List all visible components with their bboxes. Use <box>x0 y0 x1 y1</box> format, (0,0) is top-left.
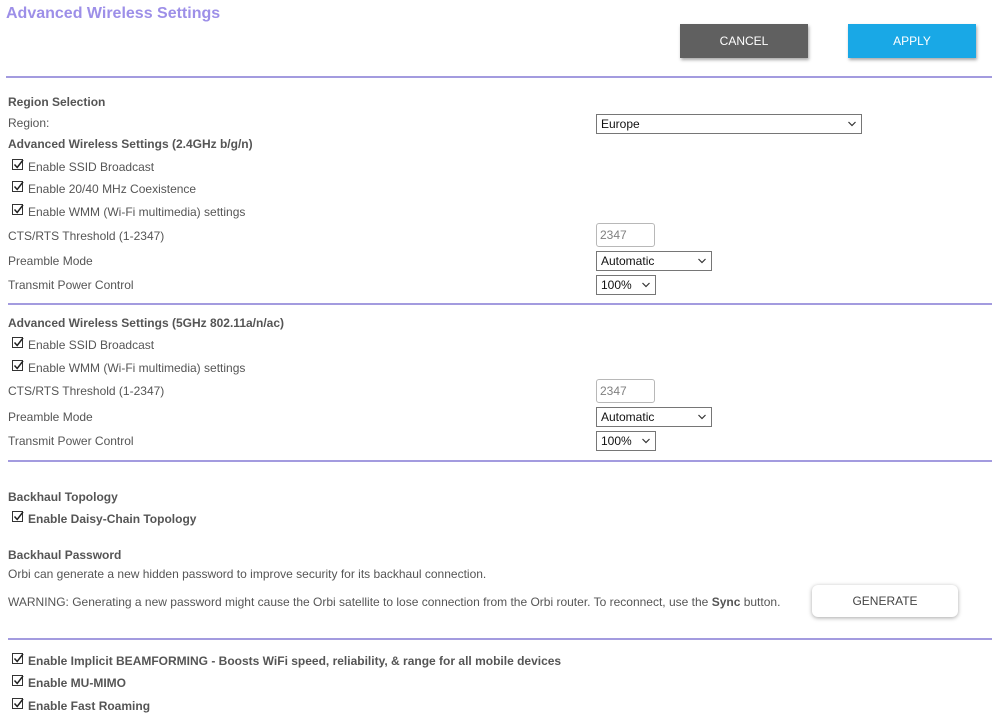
band5-wmm-label: Enable WMM (Wi-Fi multimedia) settings <box>28 361 246 375</box>
band5-preamble-select[interactable]: Automatic <box>596 407 712 427</box>
backhaul-topology-heading: Backhaul Topology <box>8 490 118 504</box>
mu-mimo-label: Enable MU-MIMO <box>28 676 126 690</box>
checkmark-icon <box>13 337 24 347</box>
fast-roaming-label: Enable Fast Roaming <box>28 699 151 713</box>
generate-button[interactable]: GENERATE <box>812 585 958 617</box>
band5-ssid-label: Enable SSID Broadcast <box>28 338 155 352</box>
backhaul-password-heading: Backhaul Password <box>8 548 122 562</box>
checkmark-icon <box>13 511 24 521</box>
checkmark-icon <box>13 360 24 370</box>
divider <box>8 460 992 462</box>
band24-power-label: Transmit Power Control <box>8 278 134 292</box>
divider <box>8 638 992 640</box>
region-heading: Region Selection <box>8 95 106 109</box>
band24-wmm-label: Enable WMM (Wi-Fi multimedia) settings <box>28 205 246 219</box>
page-title: Advanced Wireless Settings <box>6 5 221 22</box>
backhaul-description: Orbi can generate a new hidden password … <box>8 567 487 581</box>
beamforming-checkbox[interactable] <box>12 653 24 664</box>
band24-heading: Advanced Wireless Settings (2.4GHz b/g/n… <box>8 137 253 151</box>
band24-preamble-select[interactable]: Automatic <box>596 251 712 271</box>
divider <box>6 76 992 78</box>
chevron-down-icon <box>642 282 650 288</box>
band24-power-select[interactable]: 100% <box>596 275 656 295</box>
band24-preamble-value: Automatic <box>601 254 655 268</box>
band24-ssid-label: Enable SSID Broadcast <box>28 160 155 174</box>
warning-text: WARNING: Generating a new password might… <box>8 595 712 609</box>
band5-preamble-label: Preamble Mode <box>8 410 93 424</box>
band24-coexistence-label: Enable 20/40 MHz Coexistence <box>28 182 197 196</box>
checkmark-icon <box>13 675 24 685</box>
band24-cts-label: CTS/RTS Threshold (1-2347) <box>8 229 165 243</box>
divider <box>8 303 992 305</box>
chevron-down-icon <box>642 438 650 444</box>
chevron-down-icon <box>698 414 706 420</box>
checkmark-icon <box>13 181 24 191</box>
fast-roaming-checkbox[interactable] <box>12 698 24 709</box>
band24-coexistence-checkbox[interactable] <box>12 181 24 192</box>
checkmark-icon <box>13 204 24 214</box>
band5-power-select[interactable]: 100% <box>596 431 656 451</box>
band5-preamble-value: Automatic <box>601 410 655 424</box>
band5-power-label: Transmit Power Control <box>8 434 134 448</box>
checkmark-icon <box>13 159 24 169</box>
band5-power-value: 100% <box>601 434 632 448</box>
band5-heading: Advanced Wireless Settings (5GHz 802.11a… <box>8 316 285 330</box>
region-select[interactable]: Europe <box>596 114 862 134</box>
backhaul-warning: WARNING: Generating a new password might… <box>8 595 780 609</box>
daisy-chain-label: Enable Daisy-Chain Topology <box>28 512 197 526</box>
chevron-down-icon <box>848 121 856 127</box>
band24-power-value: 100% <box>601 278 632 292</box>
band5-ssid-checkbox[interactable] <box>12 337 24 348</box>
band24-cts-input[interactable]: 2347 <box>596 223 655 247</box>
warning-suffix: button. <box>740 595 781 609</box>
band5-cts-input[interactable]: 2347 <box>596 379 655 403</box>
region-select-value: Europe <box>601 117 640 131</box>
band24-preamble-label: Preamble Mode <box>8 254 93 268</box>
apply-button[interactable]: APPLY <box>848 24 976 58</box>
region-label: Region: <box>8 116 50 130</box>
checkmark-icon <box>13 653 24 663</box>
beamforming-label: Enable Implicit BEAMFORMING - Boosts WiF… <box>28 654 562 668</box>
sync-text: Sync <box>711 595 741 609</box>
mu-mimo-checkbox[interactable] <box>12 675 24 686</box>
band24-ssid-checkbox[interactable] <box>12 159 24 170</box>
checkmark-icon <box>13 698 24 708</box>
cancel-button[interactable]: CANCEL <box>680 24 808 58</box>
chevron-down-icon <box>698 258 706 264</box>
band5-cts-label: CTS/RTS Threshold (1-2347) <box>8 384 165 398</box>
band24-wmm-checkbox[interactable] <box>12 204 24 215</box>
daisy-chain-checkbox[interactable] <box>12 511 24 522</box>
band5-wmm-checkbox[interactable] <box>12 360 24 371</box>
